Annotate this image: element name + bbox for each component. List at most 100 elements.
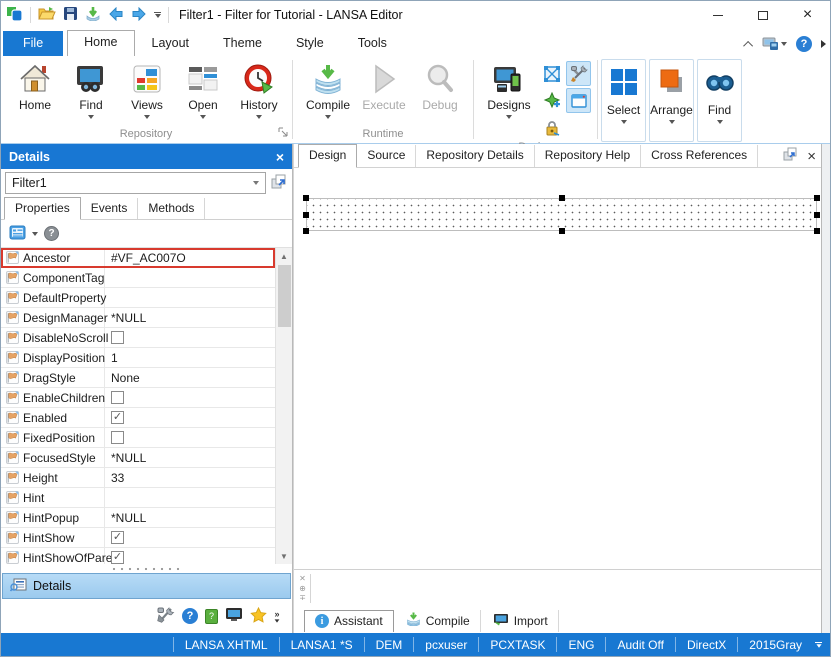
statusbar-item[interactable]: PCXTASK — [478, 637, 556, 652]
property-row[interactable]: FocusedStyle *NULL — [1, 448, 275, 468]
property-row[interactable]: HintShowOfParent ✓ — [1, 548, 275, 564]
menu-tab-style[interactable]: Style — [279, 31, 341, 56]
property-row[interactable]: DisplayPosition 1 — [1, 348, 275, 368]
menu-tab-layout[interactable]: Layout — [135, 31, 207, 56]
statusbar-item[interactable]: LANSA1 *S — [278, 637, 364, 652]
minimize-button[interactable] — [695, 1, 740, 29]
scroll-down-icon[interactable]: ▼ — [276, 548, 292, 564]
property-row[interactable]: Ancestor #VF_AC007O — [1, 248, 275, 268]
forward-icon[interactable] — [131, 6, 147, 24]
statusbar-caret-icon[interactable] — [813, 641, 830, 648]
statusbar-item[interactable]: LANSA XHTML — [172, 637, 279, 652]
monitor-icon[interactable] — [762, 37, 787, 51]
ribbon-button-home[interactable]: Home — [7, 59, 63, 112]
document-tab-repository-details[interactable]: Repository Details — [416, 145, 535, 167]
property-value[interactable] — [105, 288, 275, 307]
ribbon-button-find[interactable]: Find — [63, 59, 119, 119]
property-row[interactable]: EnableChildren — [1, 388, 275, 408]
statusbar-item[interactable]: pcxuser — [413, 637, 478, 652]
more-icon[interactable]: » — [274, 609, 280, 623]
property-row[interactable]: Hint — [1, 488, 275, 508]
ribbon-button-arrange[interactable]: Arrange — [649, 59, 694, 142]
customize-tools-icon[interactable] — [566, 61, 591, 86]
details-tab-methods[interactable]: Methods — [138, 198, 206, 219]
dropdown-caret-icon[interactable] — [781, 42, 787, 46]
float-window-icon[interactable] — [270, 174, 288, 193]
statusbar-item[interactable]: ENG — [556, 637, 605, 652]
tab-assistant[interactable]: i Assistant — [304, 610, 394, 632]
statusbar-item[interactable]: DEM — [363, 637, 414, 652]
property-row[interactable]: DesignManager *NULL — [1, 308, 275, 328]
property-row[interactable]: DefaultProperty — [1, 288, 275, 308]
document-tab-source[interactable]: Source — [357, 145, 417, 167]
document-tab-repository-help[interactable]: Repository Help — [535, 145, 642, 167]
dropdown-caret-icon[interactable] — [32, 231, 38, 236]
collapsed-panel-widget[interactable]: ✕ ⊕ ∓ — [297, 574, 311, 603]
tab-compile[interactable]: Compile — [396, 610, 481, 632]
menu-tab-tools[interactable]: Tools — [341, 31, 404, 56]
help-gray-icon[interactable]: ? — [44, 226, 59, 241]
property-row[interactable]: HintShow ✓ — [1, 528, 275, 548]
categorized-list-icon[interactable] — [9, 225, 26, 243]
property-row[interactable]: DisableNoScroll — [1, 328, 275, 348]
component-selector[interactable]: Filter1 — [5, 172, 266, 194]
checkbox[interactable]: ✓ — [111, 551, 124, 564]
property-value[interactable] — [105, 268, 275, 287]
expand-icon[interactable] — [821, 40, 826, 48]
lock-icon[interactable] — [539, 115, 564, 140]
statusbar-item[interactable]: Audit Off — [605, 637, 674, 652]
save-icon[interactable] — [63, 6, 78, 24]
document-tab-cross-references[interactable]: Cross References — [641, 145, 759, 167]
close-button[interactable]: × — [785, 1, 830, 29]
guide-book-icon[interactable]: ? — [205, 608, 218, 624]
window-icon[interactable] — [566, 88, 591, 113]
menu-tab-home[interactable]: Home — [67, 30, 135, 56]
scrollbar-track[interactable] — [276, 327, 292, 548]
customize-quick-access-icon[interactable] — [154, 12, 161, 18]
resize-handle[interactable] — [558, 228, 565, 234]
property-value[interactable]: ✓ — [105, 548, 275, 564]
property-value[interactable]: None — [105, 368, 275, 387]
ribbon-button-select[interactable]: Select — [601, 59, 646, 142]
property-value[interactable]: *NULL — [105, 448, 275, 467]
add-component-icon[interactable] — [539, 88, 564, 113]
details-tab-properties[interactable]: Properties — [4, 197, 81, 220]
property-value[interactable] — [105, 428, 275, 447]
property-row[interactable]: FixedPosition — [1, 428, 275, 448]
design-canvas[interactable] — [294, 168, 821, 569]
property-row[interactable]: ComponentTag — [1, 268, 275, 288]
property-row[interactable]: Enabled ✓ — [1, 408, 275, 428]
selected-component[interactable] — [303, 195, 820, 234]
property-row[interactable]: Height 33 — [1, 468, 275, 488]
select-frame-icon[interactable] — [539, 61, 564, 86]
resize-handle[interactable] — [303, 211, 309, 218]
checkbox[interactable] — [111, 391, 124, 404]
property-value[interactable]: ✓ — [105, 408, 275, 427]
property-value[interactable]: 1 — [105, 348, 275, 367]
monitor-icon[interactable] — [225, 607, 243, 625]
property-value[interactable]: *NULL — [105, 508, 275, 527]
menu-tab-theme[interactable]: Theme — [206, 31, 279, 56]
tab-import[interactable]: Import — [483, 610, 559, 632]
tools-icon[interactable] — [157, 606, 175, 626]
horizontal-splitter[interactable] — [1, 564, 292, 573]
scrollbar-thumb[interactable] — [277, 265, 291, 327]
float-window-icon[interactable] — [782, 147, 799, 165]
help-icon[interactable]: ? — [796, 36, 812, 52]
property-value[interactable]: *NULL — [105, 308, 275, 327]
property-value[interactable]: 33 — [105, 468, 275, 487]
ribbon-button-find-design[interactable]: Find — [697, 59, 742, 142]
help-icon[interactable]: ? — [182, 608, 198, 624]
chevron-down-icon[interactable] — [253, 181, 259, 185]
checkbox[interactable] — [111, 431, 124, 444]
document-tab-design[interactable]: Design — [298, 144, 358, 168]
open-folder-icon[interactable] — [38, 6, 56, 24]
resize-handle[interactable] — [814, 195, 820, 201]
resize-handle[interactable] — [814, 211, 820, 218]
close-icon[interactable]: × — [807, 149, 816, 164]
menu-tab-file[interactable]: File — [3, 31, 64, 56]
ribbon-button-open[interactable]: Open — [175, 59, 231, 119]
collapse-ribbon-icon[interactable] — [743, 40, 754, 51]
property-value[interactable] — [105, 388, 275, 407]
ribbon-button-views[interactable]: Views — [119, 59, 175, 119]
